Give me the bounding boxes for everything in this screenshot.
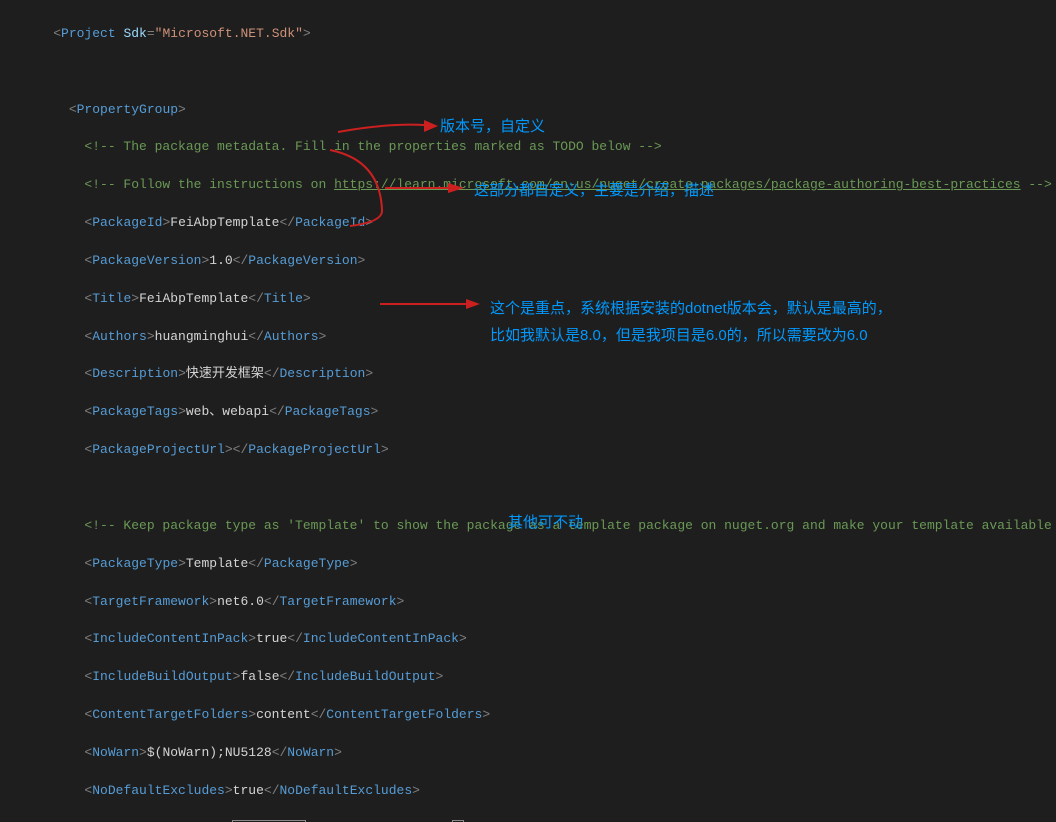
annotation-others: 其他可不动: [508, 512, 583, 534]
val-targetframework: net6.0: [217, 594, 264, 609]
val-incbuild: false: [240, 669, 279, 684]
val-nowarn: $(NoWarn);NU5128: [147, 745, 272, 760]
arrow-icon: [380, 296, 480, 314]
arrow-icon: [338, 120, 438, 140]
annotation-targetframework: 这个是重点，系统根据安装的dotnet版本会，默认是最高的，比如我默认是8.0，…: [490, 295, 892, 349]
val-incpack: true: [256, 631, 287, 646]
val-packageid: FeiAbpTemplate: [170, 215, 279, 230]
val-description: 快速开发框架: [186, 366, 264, 381]
arrow-icon: [330, 150, 466, 230]
val-authors: huangminghui: [155, 329, 249, 344]
val-title: FeiAbpTemplate: [139, 291, 248, 306]
code-editor[interactable]: <Project Sdk="Microsoft.NET.Sdk"> <Prope…: [0, 0, 1056, 822]
val-nodefex: true: [233, 783, 264, 798]
annotation-customize: 这部分都自定义，主要是介绍，描述: [474, 180, 714, 202]
val-packagetype: Template: [186, 556, 248, 571]
attr-sdk: Microsoft.NET.Sdk: [162, 26, 295, 41]
annotation-version: 版本号，自定义: [440, 116, 545, 138]
val-packageversion: 1.0: [209, 253, 232, 268]
val-packagetags: web、webapi: [186, 404, 269, 419]
val-ctf: content: [256, 707, 311, 722]
